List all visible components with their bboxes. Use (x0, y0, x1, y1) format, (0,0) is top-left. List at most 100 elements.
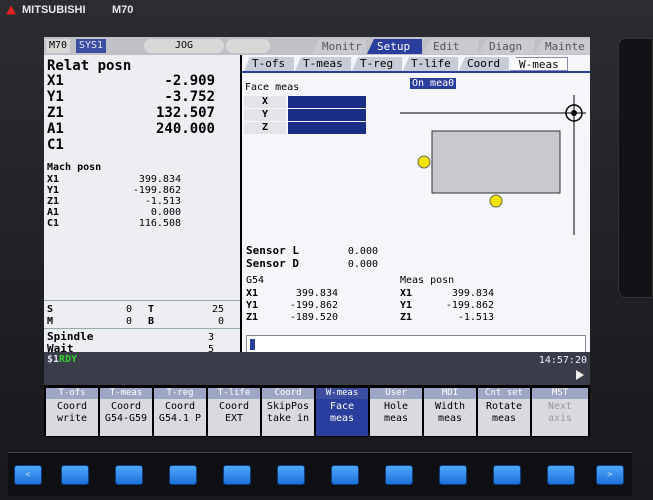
brand-logo: MITSUBISHI (6, 4, 86, 16)
softkey-line1: Hole (383, 401, 409, 412)
softkey-coord-g54-1p[interactable]: T-reg Coord G54.1 P (154, 388, 206, 436)
tab-mainte[interactable]: Mainte (535, 39, 590, 54)
status-bar: $1RDY 14:57:20 (44, 352, 590, 385)
subtab-coord[interactable]: Coord (459, 57, 509, 71)
hw-softkey-5[interactable] (277, 465, 305, 485)
face-axis-z-field[interactable] (288, 122, 366, 134)
axis-name: A1 (47, 121, 64, 137)
softkey-top: Coord (262, 388, 314, 399)
s-value: 0 (125, 304, 132, 315)
relat-posn-title: Relat posn (47, 58, 132, 74)
axis-name: C1 (47, 218, 60, 229)
g54-value: 399.834 (295, 288, 338, 299)
softkey-skippos[interactable]: Coord SkipPos take in (262, 388, 314, 436)
spindle-value: 3 (207, 332, 214, 343)
hw-softkey-4[interactable] (223, 465, 251, 485)
relat-row: Y1 -3.752 (47, 90, 215, 105)
axis-value: -1.513 (144, 196, 181, 207)
on-meas-badge: On mea0 (410, 78, 457, 89)
hw-softkey-6[interactable] (331, 465, 359, 485)
measure-panel: T-ofs T-meas T-reg T-life Coord W-meas F… (242, 55, 590, 353)
hw-softkey-1[interactable] (61, 465, 89, 485)
softkey-top: MDI (424, 388, 476, 399)
softkey-top: Cnt set (478, 388, 530, 399)
series-label: M70 (46, 39, 71, 53)
softkey-label: Face meas (316, 399, 368, 436)
subtab-t-ofs[interactable]: T-ofs (244, 57, 294, 71)
softkey-line1: Rotate (485, 401, 523, 412)
axis-value: 116.508 (138, 218, 181, 229)
relat-row: X1 -2.909 (47, 74, 215, 89)
softkey-coord-ext[interactable]: T-life Coord EXT (208, 388, 260, 436)
meas-axis: Z1 (400, 312, 413, 323)
b-label: B (148, 316, 155, 327)
softkey-coord-g54-g59[interactable]: T-meas Coord G54-G59 (100, 388, 152, 436)
axis-name: Z1 (47, 196, 60, 207)
softkey-line1: Coord (164, 401, 196, 412)
softkey-line1: Next (547, 401, 573, 412)
axis-name: C1 (47, 137, 64, 153)
hw-softkey-7[interactable] (385, 465, 413, 485)
position-panel: Relat posn X1 -2.909 Y1 -3.752 Z1 132.507 A… (44, 55, 240, 355)
softkey-line1: Face (329, 401, 355, 412)
sensor-d-label: Sensor D (246, 257, 299, 270)
hw-softkey-8[interactable] (439, 465, 467, 485)
face-axis-y-label: Y (244, 109, 286, 121)
subtab-t-reg[interactable]: T-reg (352, 57, 402, 71)
data-input-field[interactable] (246, 335, 586, 353)
workpiece (431, 130, 561, 194)
probe-bottom-icon (489, 194, 503, 208)
softkey-next-axis[interactable]: MST Next axis (532, 388, 588, 436)
g54-axis: Y1 (246, 300, 259, 311)
meas-axis: X1 (400, 288, 413, 299)
hw-softkey-3[interactable] (169, 465, 197, 485)
axis-name: X1 (47, 174, 60, 185)
subtab-t-meas[interactable]: T-meas (295, 57, 351, 71)
softkey-hole-meas[interactable]: User Hole meas (370, 388, 422, 436)
hw-softkey-2[interactable] (115, 465, 143, 485)
softkey-rotate-meas[interactable]: Cnt set Rotate meas (478, 388, 530, 436)
softkey-label: Coord G54-G59 (100, 399, 152, 425)
axis-value: -2.909 (164, 73, 215, 89)
brand-name: MITSUBISHI (22, 4, 86, 16)
softkey-line1: SkipPos (266, 401, 310, 412)
face-axis-x-field[interactable] (288, 96, 366, 108)
axis-value: 240.000 (155, 121, 215, 137)
tab-setup[interactable]: Setup (367, 39, 422, 54)
softkey-label: Coord G54.1 P (154, 399, 206, 425)
meas-axis: Y1 (400, 300, 413, 311)
softkey-face-meas[interactable]: W-meas Face meas (316, 388, 368, 436)
axis-value: 132.507 (155, 105, 215, 121)
tab-monitr[interactable]: Monitr (312, 39, 366, 54)
menu-next-arrow-icon[interactable] (576, 370, 584, 380)
back-arrow-icon: < (25, 470, 31, 480)
mach-row: A1 0.000 (47, 207, 181, 218)
softkey-line1: Coord (218, 401, 250, 412)
tab-edit[interactable]: Edit (423, 39, 478, 54)
hw-menu-next-key[interactable]: > (596, 465, 624, 485)
subtab-t-life[interactable]: T-life (403, 57, 458, 71)
input-cursor (250, 339, 255, 350)
softkey-line2: axis (547, 413, 573, 424)
sensor-l-value: 0.000 (347, 246, 378, 257)
face-axis-z-label: Z (244, 122, 286, 134)
m-label: M (47, 316, 54, 327)
tab-diagn[interactable]: Diagn (479, 39, 534, 54)
softkey-label: Rotate meas (478, 399, 530, 425)
hw-menu-back-key[interactable]: < (14, 465, 42, 485)
s-label: S (47, 304, 54, 315)
workpiece-diagram (400, 95, 586, 235)
face-axis-y-field[interactable] (288, 109, 366, 121)
mach-row: C1 116.508 (47, 218, 181, 229)
mitsubishi-logo-icon (6, 5, 16, 15)
mode-indicator-2 (226, 39, 270, 53)
subtab-w-meas[interactable]: W-meas (510, 57, 568, 71)
axis-name: Y1 (47, 89, 64, 105)
softkey-coord-write[interactable]: T-ofs Coord write (46, 388, 98, 436)
softkey-width-meas[interactable]: MDI Width meas (424, 388, 476, 436)
hw-softkey-9[interactable] (493, 465, 521, 485)
ready-state: RDY (59, 354, 78, 365)
axis-value: -3.752 (164, 89, 215, 105)
hw-softkey-10[interactable] (547, 465, 575, 485)
tab-underline (242, 71, 590, 73)
